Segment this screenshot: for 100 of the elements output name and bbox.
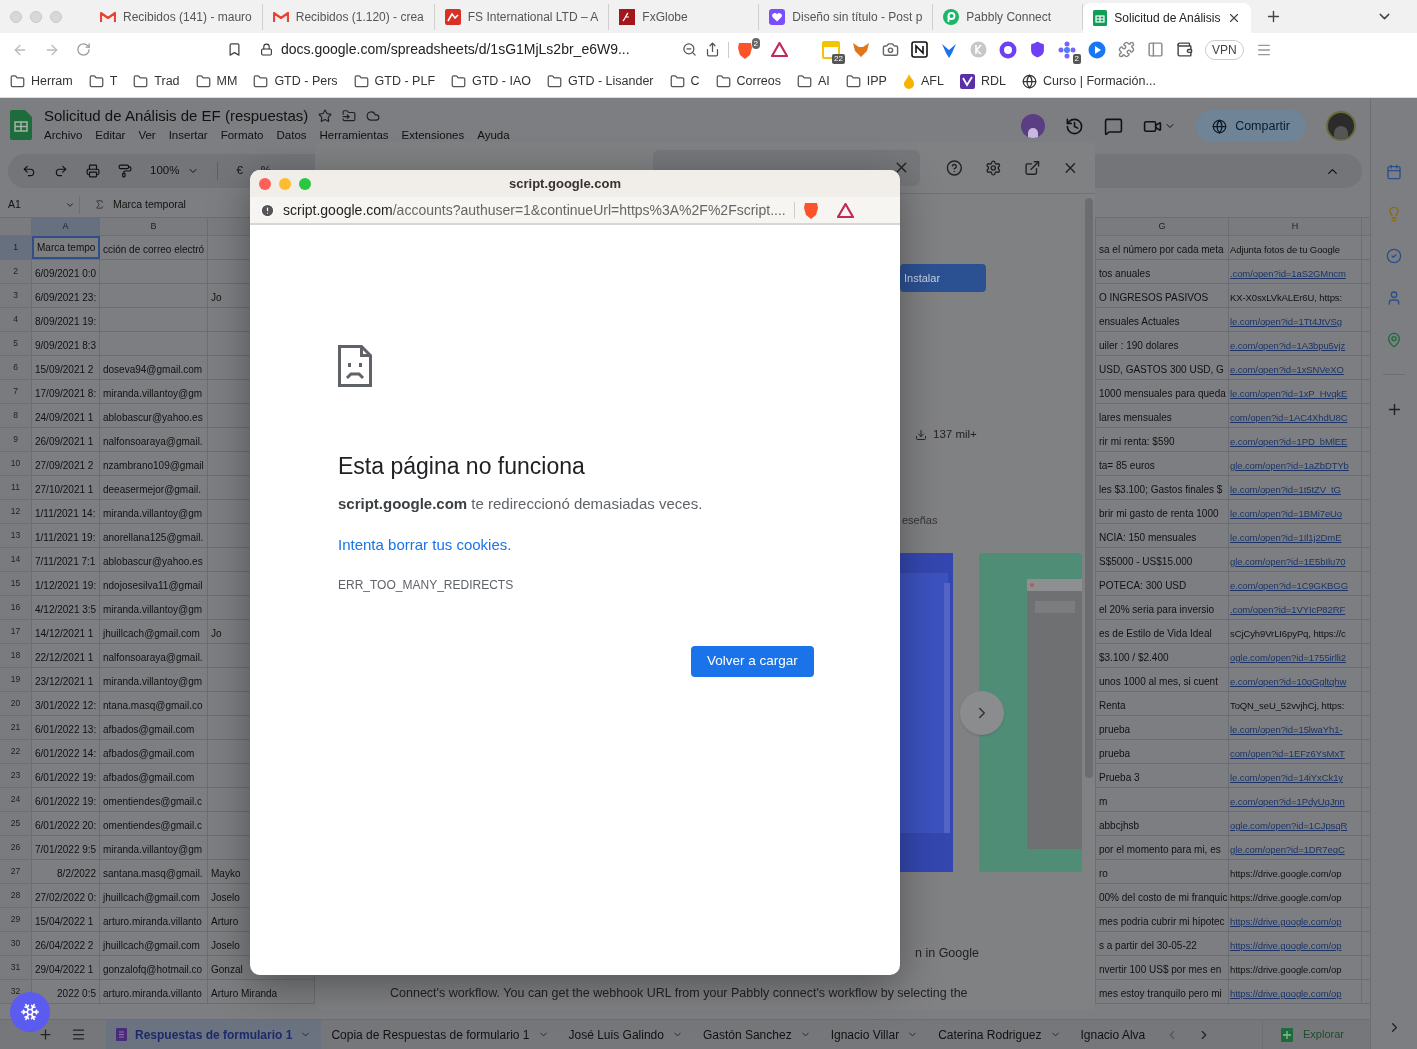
undo-icon[interactable] xyxy=(22,164,36,178)
browser-tab[interactable]: Recibidos (141) - mauro xyxy=(90,3,263,30)
sheet-tab[interactable]: José Luis Galindo xyxy=(558,1019,693,1049)
bookmark-item[interactable]: MM xyxy=(195,72,238,91)
share-icon[interactable] xyxy=(705,42,720,57)
install-button[interactable]: Instalar xyxy=(900,264,986,292)
row-number[interactable]: 7 xyxy=(13,385,18,398)
row-number[interactable]: 32 xyxy=(10,985,21,998)
bookmark-icon[interactable] xyxy=(227,42,242,57)
menu-item[interactable]: Insertar xyxy=(168,127,208,143)
sheet-tab[interactable]: Respuestas de formulario 1 xyxy=(106,1019,322,1049)
link-cell[interactable]: https://drive.google.com/op xyxy=(1230,915,1342,928)
link-cell[interactable]: e.com/open?id=1PD_bMlEE xyxy=(1230,435,1348,448)
row-number[interactable]: 4 xyxy=(13,313,18,326)
column-header[interactable]: B xyxy=(100,218,208,235)
triangle-icon[interactable] xyxy=(836,202,854,218)
link-cell[interactable]: .com/open?id=1aS2GMncm xyxy=(1230,267,1346,280)
menu-item[interactable]: Extensiones xyxy=(401,127,465,143)
star-icon[interactable] xyxy=(318,109,333,123)
row-number[interactable]: 11 xyxy=(11,481,20,494)
row-number[interactable]: 2 xyxy=(13,265,18,278)
menu-item[interactable]: Datos xyxy=(276,127,307,143)
row-number[interactable]: 25 xyxy=(10,817,21,830)
row-number[interactable]: 8 xyxy=(13,409,18,422)
link-cell[interactable]: le.com/open?id=1t5tZV_tG xyxy=(1230,483,1341,496)
row-number[interactable]: 18 xyxy=(10,649,21,662)
row-number[interactable]: 3 xyxy=(13,289,18,302)
cloud-icon[interactable] xyxy=(366,109,381,123)
bookmark-item[interactable]: Correos xyxy=(715,72,781,91)
document-title[interactable]: Solicitud de Análisis de EF (respuestas) xyxy=(44,106,309,126)
selected-cell[interactable]: Marca tempo xyxy=(32,236,100,259)
bookmark-item[interactable]: AFL xyxy=(902,72,944,91)
settings-icon[interactable] xyxy=(985,158,1002,177)
link-cell[interactable]: gle.com/open?id=1E5bIlu70 xyxy=(1230,555,1346,568)
bookmark-item[interactable]: RDL xyxy=(959,72,1006,91)
row-number[interactable]: 1 xyxy=(13,241,18,254)
bookmark-label[interactable]: C xyxy=(690,72,700,91)
bookmark-label[interactable]: GTD - Lisander xyxy=(568,72,654,91)
close-window-icon[interactable] xyxy=(259,177,271,190)
link-cell[interactable]: https://drive.google.com/op xyxy=(1230,987,1342,1000)
bookmark-label[interactable]: Curso | Formación... xyxy=(1042,72,1156,91)
sidebar-icon[interactable] xyxy=(1147,41,1164,58)
bookmark-label[interactable]: Correos xyxy=(736,72,781,91)
add-sheet-icon[interactable] xyxy=(38,1027,53,1042)
sheet-tab[interactable]: Copia de Respuestas de formulario 1 xyxy=(321,1019,559,1049)
link-cell[interactable]: le.com/open?id=14iYxCk1y xyxy=(1230,771,1343,784)
link-cell[interactable]: ogle.com/open?id=1755irlli2 xyxy=(1230,651,1346,664)
sheet-tab[interactable]: Gastón Sanchez xyxy=(692,1019,821,1049)
row-number[interactable]: 9 xyxy=(13,433,18,446)
bookmark-item[interactable]: IPP xyxy=(845,72,887,91)
bookmark-label[interactable]: GTD - IAO xyxy=(472,72,532,91)
row-number[interactable]: 20 xyxy=(10,697,21,710)
browser-tab[interactable]: Pabbly Connect xyxy=(933,3,1084,30)
link-cell[interactable]: com/open?id=1AC4XhdU8C xyxy=(1230,411,1348,424)
explore-button[interactable]: Explorar xyxy=(1262,1020,1358,1049)
print-icon[interactable] xyxy=(86,164,100,178)
link-cell[interactable]: e.com/open?id=10qGgltqhw xyxy=(1230,675,1347,688)
clear-cookies-link[interactable]: Intenta borrar tus cookies. xyxy=(338,533,512,556)
row-number[interactable]: 5 xyxy=(13,337,18,350)
triangle-icon[interactable] xyxy=(771,42,788,57)
zoom-dropdown[interactable]: 100% xyxy=(150,162,200,180)
row-number[interactable]: 10 xyxy=(10,457,21,470)
user-avatar[interactable] xyxy=(1021,114,1046,138)
menu-item[interactable]: Editar xyxy=(95,127,126,143)
link-cell[interactable]: gle.com/open?id=1aZbDTYb xyxy=(1230,459,1349,472)
zoom-out-icon[interactable] xyxy=(682,42,697,57)
bookmark-item[interactable]: GTD - PLF xyxy=(353,72,435,91)
row-number[interactable]: 31 xyxy=(10,961,21,974)
redo-icon[interactable] xyxy=(54,164,68,178)
comment-icon[interactable] xyxy=(1104,116,1124,136)
sheet-tab[interactable]: Ignacio Villar xyxy=(820,1019,929,1049)
bookmark-label[interactable]: AI xyxy=(818,72,830,91)
bookmark-label[interactable]: AFL xyxy=(920,72,944,91)
link-cell[interactable]: e.com/open?id=1A3bpu5vjz xyxy=(1230,339,1346,352)
row-number[interactable]: 6 xyxy=(13,361,18,374)
bookmark-item[interactable]: AI xyxy=(797,72,830,91)
bookmark-label[interactable]: GTD - Pers xyxy=(274,72,338,91)
lion-shield-icon[interactable] xyxy=(737,40,753,59)
puzzle-icon[interactable] xyxy=(1118,41,1135,58)
row-number[interactable]: 12 xyxy=(10,505,21,518)
bookmark-item[interactable]: GTD - IAO xyxy=(451,72,532,91)
menu-item[interactable]: Formato xyxy=(220,127,264,143)
row-number[interactable]: 24 xyxy=(10,793,21,806)
bookmark-item[interactable]: GTD - Lisander xyxy=(547,72,654,91)
name-box[interactable]: A1 xyxy=(0,195,80,214)
link-cell[interactable]: ogle.com/open?id=1CJpsqR xyxy=(1230,819,1348,832)
row-number[interactable]: 29 xyxy=(10,913,21,926)
column-header[interactable]: H xyxy=(1229,218,1362,235)
row-number[interactable]: 14 xyxy=(10,553,21,566)
row-number[interactable]: 19 xyxy=(10,673,21,686)
bookmark-item[interactable]: GTD - Pers xyxy=(253,72,338,91)
browser-tab[interactable]: Diseño sin título - Post p xyxy=(759,3,934,30)
wallet-icon[interactable] xyxy=(1176,41,1193,58)
bookmark-item[interactable]: C xyxy=(669,72,700,91)
row-number[interactable]: 17 xyxy=(10,625,21,638)
camera-icon[interactable] xyxy=(882,41,899,58)
row-number[interactable]: 16 xyxy=(10,601,21,614)
bookmark-label[interactable]: T xyxy=(109,72,118,91)
browser-tab[interactable]: FxGlobe xyxy=(609,3,760,30)
link-cell[interactable]: le.com/open?id=1Tt4JtVSg xyxy=(1230,315,1342,328)
